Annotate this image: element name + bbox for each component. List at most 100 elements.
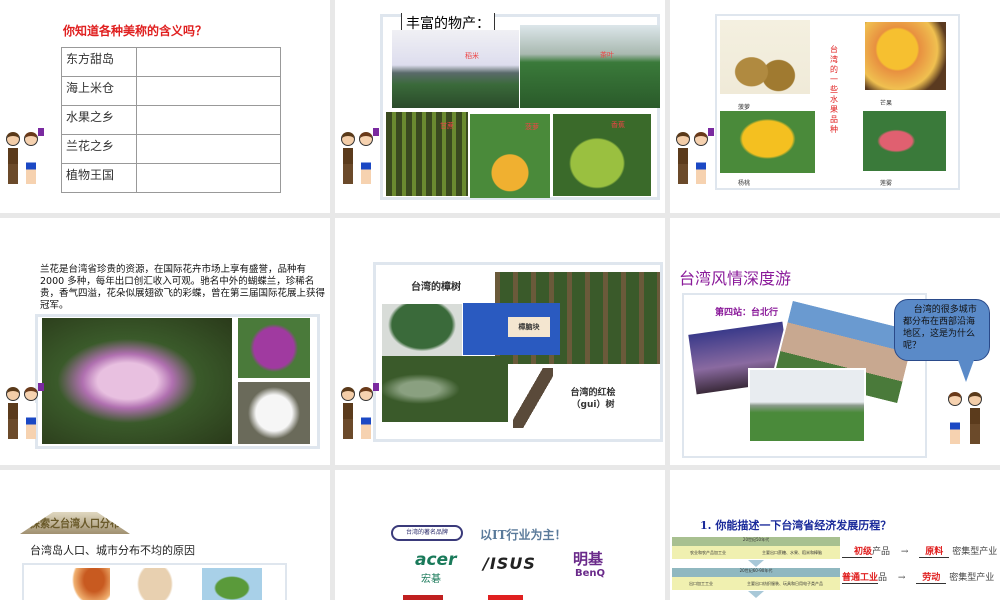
- answer-text: 品: [878, 573, 888, 583]
- slide-thumbnail-8[interactable]: 台湾的著名品牌 以IT行业为主！ acer 宏碁 /ISUS 明基 BenQ: [335, 470, 665, 600]
- terrain-map-image: [202, 568, 262, 600]
- stage-row: 出口加工工业 主要出口纺织服装、玩具和日用电子类产品: [672, 577, 840, 590]
- table-cell-empty: [136, 105, 281, 135]
- orchid-main-image: [42, 318, 232, 444]
- bubble-tail: [958, 360, 974, 382]
- leaves-image: [382, 356, 508, 422]
- product-box: 樟脑块: [508, 317, 550, 337]
- slide-thumbnail-1[interactable]: 你知道各种美称的含义吗？ 东方甜岛 海上米仓 水果之乡 兰花之乡 植物王国: [0, 0, 330, 213]
- slide-thumbnail-7[interactable]: 探索之台湾人口分布 台湾岛人口、城市分布不均的原因: [0, 470, 330, 600]
- pineapple-fruit-image: [720, 20, 810, 94]
- more-logos: [403, 595, 553, 600]
- mango-image: [865, 22, 946, 90]
- answer-text: 密集型产业: [949, 573, 995, 583]
- answer-row-1: 初级产品 → 原料 密集型产业: [842, 544, 997, 558]
- stage-left: 出口加工工业: [689, 581, 713, 586]
- orchid-paragraph: 兰花是台湾省珍贵的资源，在国际花卉市场上享有盛誉，品种有 2000 多种，每年出…: [40, 264, 326, 311]
- wax-apple-image: [863, 111, 946, 171]
- arrow-text: →: [900, 547, 909, 557]
- benq-logo: BenQ: [575, 568, 606, 579]
- starfruit-image: [720, 111, 815, 173]
- cartoon-kids-image: [339, 128, 385, 188]
- image-label: 稻米: [465, 52, 479, 60]
- answer-blank: 原料: [919, 544, 950, 558]
- fruit-label: 芒果: [880, 100, 893, 107]
- slide-title: 你知道各种美称的含义吗？: [63, 24, 208, 38]
- fruit-label: 菠萝: [738, 104, 751, 111]
- stage-era: 20世纪60-90年代: [672, 568, 840, 577]
- stage-left: 农业和农产品加工业: [690, 550, 726, 555]
- slide-thumbnail-2[interactable]: 丰富的物产： 稻米 茶叶 甘蔗 菠萝 香蕉: [335, 0, 665, 213]
- image-label: 茶叶: [600, 51, 614, 59]
- table-cell-empty: [136, 47, 281, 77]
- slide-thumbnail-5[interactable]: 台湾的樟树 樟脑块 台湾的红桧（gui）树: [335, 218, 665, 465]
- answer-blank: 初级: [842, 544, 872, 558]
- acer-cn-label: 宏碁: [421, 574, 441, 585]
- slide-thumbnail-4[interactable]: 兰花是台湾省珍贵的资源，在国际花卉市场上享有盛誉，品种有 2000 多种，每年出…: [0, 218, 330, 465]
- table-cell: 兰花之乡: [61, 134, 137, 164]
- stage-right: 主要出口蔗糖、水果、稻米和樟脑: [762, 550, 822, 555]
- answer-row-2: 普通工业品 → 劳动 密集型产业: [842, 570, 994, 584]
- cartoon-kids-image: [339, 383, 385, 443]
- fruit-label: 莲雾: [880, 180, 893, 187]
- table-cell: 水果之乡: [61, 105, 137, 135]
- stage-right: 主要出口纺织服装、玩具和日用电子类产品: [747, 581, 823, 586]
- answer-text: 密集型产业: [952, 547, 998, 557]
- city-map-image: [135, 568, 175, 600]
- brands-badge: 台湾的著名品牌: [391, 525, 463, 541]
- answer-text: 产品: [872, 547, 891, 557]
- population-map-image: [70, 568, 110, 600]
- speech-bubble: 台湾的很多城市都分布在西部沿海地区，这是为什么呢？: [894, 299, 990, 361]
- table-cell: 东方甜岛: [61, 47, 137, 77]
- answer-blank: 劳动: [916, 570, 947, 584]
- wordart-title: 探索之台湾人口分布: [20, 512, 130, 534]
- image-label: 菠萝: [525, 123, 539, 131]
- names-table: 东方甜岛 海上米仓 水果之乡 兰花之乡 植物王国: [61, 47, 281, 193]
- subtitle: 台湾岛人口、城市分布不均的原因: [30, 544, 195, 557]
- bubble-text: 台湾的很多城市都分布在西部沿海地区，这是为什么呢？: [903, 305, 977, 351]
- red-cypress-image: [513, 368, 553, 428]
- camphor-title: 台湾的樟树: [411, 282, 461, 293]
- stop-label: 第四站：台北行: [715, 308, 779, 318]
- memorial-hall-image: [748, 368, 866, 443]
- white-orchid-image: [238, 382, 310, 444]
- banana-image: 香蕉: [553, 114, 651, 196]
- vertical-title: 台湾的一些水果品种: [830, 45, 838, 134]
- rice-field-image: 稻米: [392, 30, 519, 108]
- acer-logo: acer: [415, 550, 457, 570]
- image-label: 香蕉: [611, 121, 625, 129]
- answer-blank: 普通工业: [842, 570, 878, 584]
- cartoon-kids-image: [4, 128, 50, 188]
- slide-thumbnail-3[interactable]: 菠萝 台湾的一些水果品种 芒果 杨桃 莲雾: [670, 0, 1000, 213]
- slide-title: 台湾风情深度游: [679, 269, 792, 288]
- headline: 以IT行业为主！: [480, 528, 567, 542]
- pineapple-image: 菠萝: [470, 114, 550, 198]
- stage-row: 农业和农产品加工业 主要出口蔗糖、水果、稻米和樟脑: [672, 546, 840, 559]
- cartoon-kids-image: [4, 383, 50, 443]
- image-label: 甘蔗: [440, 122, 454, 130]
- down-arrow-icon: [748, 560, 764, 567]
- asus-logo: /ISUS: [483, 554, 536, 573]
- sugarcane-image: 甘蔗: [386, 112, 468, 196]
- question-title: 1. 你能描述一下台湾省经济发展历程？: [700, 519, 892, 532]
- stage-2: 20世纪60-90年代 出口加工工业 主要出口纺织服装、玩具和日用电子类产品: [672, 568, 840, 590]
- slide-thumbnail-6[interactable]: 台湾风情深度游 第四站：台北行 台湾的很多城市都分布在西部沿海地区，这是为什么呢…: [670, 218, 1000, 465]
- down-arrow-icon: [748, 591, 764, 598]
- stage-era: 20世纪50年代: [672, 537, 840, 546]
- red-cypress-caption: 台湾的红桧（gui）树: [570, 388, 616, 410]
- table-cell-empty: [136, 76, 281, 106]
- benq-cn-label: 明基: [573, 550, 604, 568]
- arrow-text: →: [897, 573, 906, 583]
- table-cell: 海上米仓: [61, 76, 137, 106]
- stage-1: 20世纪50年代 农业和农产品加工业 主要出口蔗糖、水果、稻米和樟脑: [672, 537, 840, 559]
- camphor-tree-image: [382, 304, 462, 356]
- camphor-block-image: 樟脑块: [463, 303, 560, 355]
- table-cell-empty: [136, 163, 281, 193]
- table-cell: 植物王国: [61, 163, 137, 193]
- fruit-label: 杨桃: [738, 180, 751, 187]
- cartoon-kids-image: [674, 128, 720, 188]
- slide-thumbnail-9[interactable]: 1. 你能描述一下台湾省经济发展历程？ 20世纪50年代 农业和农产品加工业主要…: [670, 470, 1000, 600]
- table-cell-empty: [136, 134, 281, 164]
- tea-plantation-image: 茶叶: [520, 25, 660, 108]
- purple-orchid-image: [238, 318, 310, 378]
